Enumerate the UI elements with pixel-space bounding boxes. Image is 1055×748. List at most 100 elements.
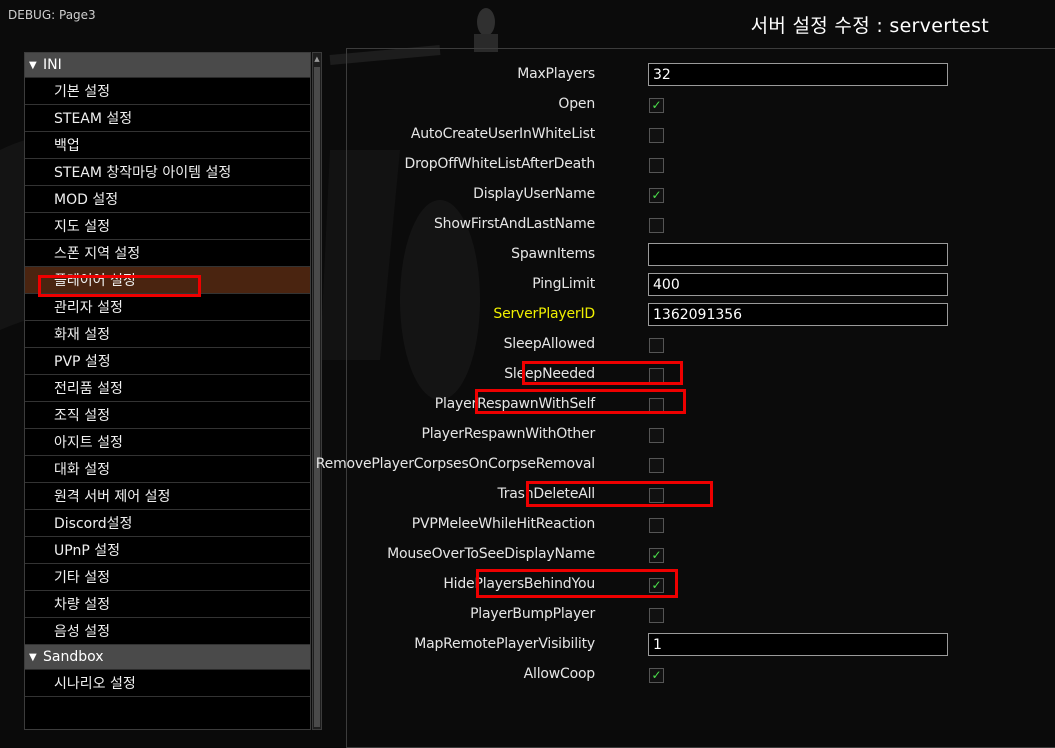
setting-label: Open <box>558 96 595 112</box>
setting-label: RemovePlayerCorpsesOnCorpseRemoval <box>315 456 595 472</box>
sidebar-item-label: 음성 설정 <box>54 624 110 640</box>
setting-label: MapRemotePlayerVisibility <box>414 636 595 652</box>
setting-label: AllowCoop <box>523 666 596 682</box>
server-player-id-input[interactable] <box>648 303 948 326</box>
scroll-thumb[interactable] <box>314 67 320 727</box>
sidebar-item-label: 차량 설정 <box>54 597 110 613</box>
setting-row-mouse-over-to-see-display-name: MouseOverToSeeDisplayName ✓ <box>347 540 987 570</box>
player-bump-player-checkbox[interactable] <box>649 608 664 623</box>
ping-limit-input[interactable] <box>648 273 948 296</box>
triangle-down-icon: ▼ <box>29 59 37 71</box>
annotation-box-sleep-needed <box>522 361 683 385</box>
sidebar-item[interactable]: PVP 설정 <box>25 348 310 375</box>
sidebar-item[interactable]: 대화 설정 <box>25 456 310 483</box>
sidebar-scrollbar[interactable]: ▲ <box>312 52 322 730</box>
setting-label: PlayerRespawnWithOther <box>421 426 596 442</box>
setting-label: PlayerBumpPlayer <box>470 606 595 622</box>
setting-label: AutoCreateUserInWhiteList <box>410 126 595 142</box>
sidebar-item-label: PVP 설정 <box>54 354 111 370</box>
sidebar-item[interactable]: UPnP 설정 <box>25 537 310 564</box>
player-respawn-with-other-checkbox[interactable] <box>649 428 664 443</box>
setting-row-display-user-name: DisplayUserName ✓ <box>347 180 987 210</box>
annotation-box-trash-delete-all <box>526 481 713 507</box>
sidebar-item-label: 조직 설정 <box>54 408 110 424</box>
setting-row-server-player-id: ServerPlayerID <box>347 300 987 330</box>
sidebar-item[interactable]: 기타 설정 <box>25 564 310 591</box>
sidebar-item[interactable]: 조직 설정 <box>25 402 310 429</box>
sidebar-item[interactable]: 기본 설정 <box>25 78 310 105</box>
sidebar-item[interactable]: 스폰 지역 설정 <box>25 240 310 267</box>
sidebar-item-label: 백업 <box>54 138 80 154</box>
section-header-sandbox[interactable]: ▼ Sandbox <box>25 645 310 670</box>
allow-coop-checkbox[interactable]: ✓ <box>649 668 664 683</box>
setting-label: ShowFirstAndLastName <box>433 216 595 232</box>
map-remote-player-visibility-input[interactable] <box>648 633 948 656</box>
display-user-name-checkbox[interactable]: ✓ <box>649 188 664 203</box>
sidebar-item-label: 스폰 지역 설정 <box>54 246 141 262</box>
window-title: 서버 설정 수정 : servertest <box>750 15 989 37</box>
sidebar-item[interactable]: MOD 설정 <box>25 186 310 213</box>
annotation-box-player-respawn-with-self <box>475 389 686 414</box>
sidebar-item[interactable]: 원격 서버 제어 설정 <box>25 483 310 510</box>
sidebar-item[interactable]: STEAM 창작마당 아이템 설정 <box>25 159 310 186</box>
sidebar-item[interactable]: 전리품 설정 <box>25 375 310 402</box>
drop-off-white-list-after-death-checkbox[interactable] <box>649 158 664 173</box>
sidebar-item-label: 화재 설정 <box>54 327 110 343</box>
setting-row-pvpmelee-while-hit-reaction: PVPMeleeWhileHitReaction <box>347 510 987 540</box>
section-header-label: Sandbox <box>43 649 104 665</box>
setting-label: DisplayUserName <box>473 186 595 202</box>
setting-label: MouseOverToSeeDisplayName <box>387 546 595 562</box>
sidebar-item-label: 대화 설정 <box>54 462 110 478</box>
sidebar-item[interactable]: STEAM 설정 <box>25 105 310 132</box>
debug-label: DEBUG: Page3 <box>8 8 96 22</box>
sidebar-item[interactable]: 지도 설정 <box>25 213 310 240</box>
show-first-and-last-name-checkbox[interactable] <box>649 218 664 233</box>
checkmark-icon: ✓ <box>651 98 662 112</box>
settings-category-list: ▼ INI 기본 설정 STEAM 설정백업 STEAM 창작마당 아이템 설정 MOD … <box>24 52 311 730</box>
setting-row-auto-create-user-in-white-list: AutoCreateUserInWhiteList <box>347 120 987 150</box>
annotation-box-hide-players-behind-you <box>476 569 678 598</box>
sidebar-item-label: 원격 서버 제어 설정 <box>54 489 171 505</box>
remove-player-corpses-on-corpse-removal-checkbox[interactable] <box>649 458 664 473</box>
setting-label: DropOffWhiteListAfterDeath <box>404 156 596 172</box>
sidebar-item[interactable]: 관리자 설정 <box>25 294 310 321</box>
setting-label: SpawnItems <box>511 246 595 262</box>
open-checkbox[interactable]: ✓ <box>649 98 664 113</box>
sleep-allowed-checkbox[interactable] <box>649 338 664 353</box>
section-header-label: INI <box>43 57 62 73</box>
setting-label: SleepAllowed <box>503 336 596 352</box>
sidebar-item-label: UPnP 설정 <box>54 543 120 559</box>
setting-row-allow-coop: AllowCoop ✓ <box>347 660 987 690</box>
scroll-up-arrow-icon[interactable]: ▲ <box>313 53 321 65</box>
annotation-box-player-settings <box>38 275 201 297</box>
sidebar-item[interactable]: 시나리오 설정 <box>25 670 310 697</box>
triangle-down-icon: ▼ <box>29 651 37 663</box>
sidebar-item[interactable]: Discord설정 <box>25 510 310 537</box>
setting-row-remove-player-corpses-on-corpse-removal: RemovePlayerCorpsesOnCorpseRemoval <box>316 450 987 480</box>
sidebar-item[interactable]: 아지트 설정 <box>25 429 310 456</box>
spawn-items-input[interactable] <box>648 243 948 266</box>
setting-label: ServerPlayerID <box>493 306 595 322</box>
sidebar-item-label: 기타 설정 <box>54 570 110 586</box>
sidebar-item-label: 기본 설정 <box>54 84 110 100</box>
mouse-over-to-see-display-name-checkbox[interactable]: ✓ <box>649 548 664 563</box>
setting-row-max-players: MaxPlayers <box>347 60 987 90</box>
section-header-ini[interactable]: ▼ INI <box>25 53 310 78</box>
sidebar-item[interactable]: 차량 설정 <box>25 591 310 618</box>
max-players-input[interactable] <box>648 63 948 86</box>
sidebar-item[interactable]: 화재 설정 <box>25 321 310 348</box>
pvpmelee-while-hit-reaction-checkbox[interactable] <box>649 518 664 533</box>
setting-row-map-remote-player-visibility: MapRemotePlayerVisibility <box>347 630 987 660</box>
sidebar-item-label: 전리품 설정 <box>54 381 123 397</box>
checkmark-icon: ✓ <box>651 188 662 202</box>
sidebar-item-label: STEAM 창작마당 아이템 설정 <box>54 165 232 181</box>
setting-row-drop-off-white-list-after-death: DropOffWhiteListAfterDeath <box>347 150 987 180</box>
sidebar-item[interactable]: 백업 <box>25 132 310 159</box>
checkmark-icon: ✓ <box>651 668 662 682</box>
setting-row-player-respawn-with-other: PlayerRespawnWithOther <box>347 420 987 450</box>
setting-label: PVPMeleeWhileHitReaction <box>411 516 595 532</box>
sidebar-item[interactable]: 음성 설정 <box>25 618 310 645</box>
auto-create-user-in-white-list-checkbox[interactable] <box>649 128 664 143</box>
setting-row-sleep-allowed: SleepAllowed <box>347 330 987 360</box>
sidebar-item-label: STEAM 설정 <box>54 111 133 127</box>
